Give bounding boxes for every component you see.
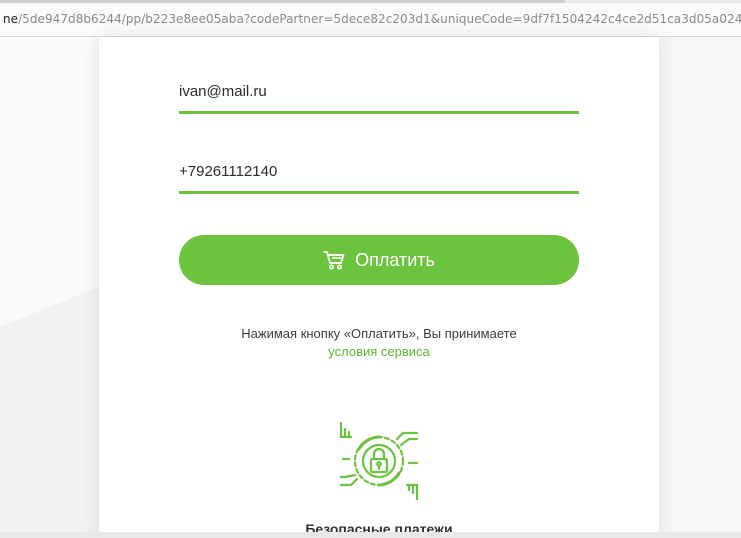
pay-button-label: Оплатить xyxy=(355,249,435,270)
pay-button[interactable]: Оплатить xyxy=(179,235,579,285)
phone-input[interactable] xyxy=(179,160,579,182)
terms-text: Нажимая кнопку «Оплатить», Вы принимаете xyxy=(241,326,517,341)
url-path: /5de947d8b6244/pp/b223e8ee05aba?codePart… xyxy=(18,12,741,26)
phone-field[interactable] xyxy=(179,150,579,194)
url-host: ne xyxy=(3,12,19,26)
payment-card: Оплатить Нажимая кнопку «Оплатить», Вы п… xyxy=(99,37,659,538)
terms-link[interactable]: условия сервиса xyxy=(328,344,430,359)
address-bar[interactable]: ne/5de947d8b6244/pp/b223e8ee05aba?codePa… xyxy=(0,3,741,37)
secure-payment-icon xyxy=(339,421,419,501)
cart-icon xyxy=(323,251,345,270)
url-text[interactable]: ne/5de947d8b6244/pp/b223e8ee05aba?codePa… xyxy=(3,11,741,27)
email-input[interactable] xyxy=(179,80,579,102)
email-field[interactable] xyxy=(179,70,579,114)
horizontal-scrollbar[interactable] xyxy=(0,532,741,538)
terms-notice: Нажимая кнопку «Оплатить», Вы принимаете… xyxy=(99,325,659,361)
